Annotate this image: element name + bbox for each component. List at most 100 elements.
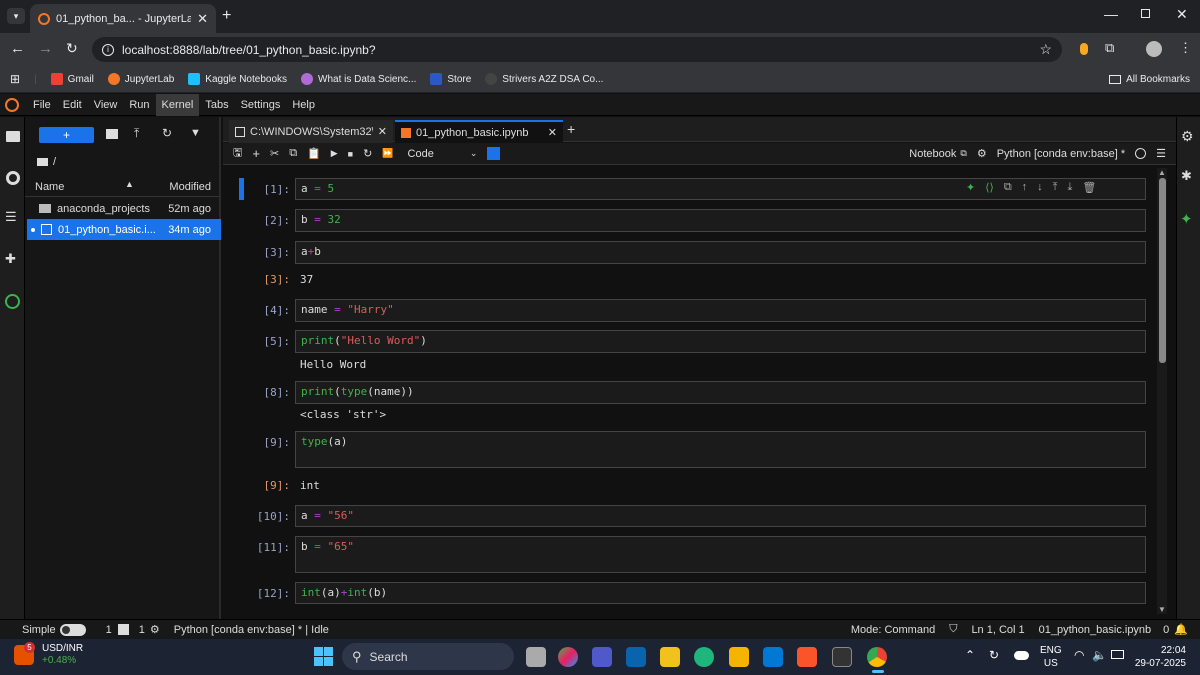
extension-icon[interactable] bbox=[1080, 43, 1088, 55]
notebook-scrollbar[interactable]: ▲ ▼ bbox=[1157, 168, 1167, 614]
property-inspector-icon[interactable] bbox=[487, 147, 501, 160]
profile-avatar[interactable] bbox=[1146, 41, 1162, 57]
tab-terminal[interactable]: C:\WINDOWS\System32\Win ✕ bbox=[229, 120, 393, 143]
open-in-notebook-link[interactable]: Notebook ⧉ bbox=[909, 148, 967, 160]
close-tab-icon[interactable]: ✕ bbox=[378, 125, 387, 138]
bookmark-store[interactable]: Store bbox=[430, 73, 471, 85]
property-inspector-gears-icon[interactable]: ⚙ bbox=[1181, 128, 1194, 145]
browser-tab[interactable]: 01_python_ba... - JupyterLab ✕ bbox=[30, 4, 216, 33]
move-down-icon[interactable]: ↓ bbox=[1037, 181, 1043, 194]
extensions-puzzle-icon[interactable]: ⧉ bbox=[1105, 40, 1114, 56]
site-info-icon[interactable]: i bbox=[102, 43, 114, 56]
tab-notebook[interactable]: 01_python_basic.ipynb ✕ bbox=[395, 120, 563, 143]
refresh-icon[interactable]: ↻ bbox=[162, 126, 172, 140]
bookmark-kaggle[interactable]: Kaggle Notebooks bbox=[188, 73, 287, 85]
reload-icon[interactable]: ↻ bbox=[66, 40, 78, 57]
menu-tabs[interactable]: Tabs bbox=[199, 94, 234, 116]
restart-kernel-icon[interactable]: ↻ bbox=[363, 147, 372, 160]
column-modified-header[interactable]: Modified bbox=[169, 181, 211, 193]
code-cell[interactable]: name = "Harry" bbox=[295, 299, 1146, 322]
apps-grid-icon[interactable]: ⊞ bbox=[10, 72, 20, 86]
bookmark-jupyterlab[interactable]: JupyterLab bbox=[107, 73, 174, 85]
bookmark-gmail[interactable]: Gmail bbox=[50, 73, 94, 85]
ai-assistant-sparkle-icon[interactable]: ✦ bbox=[1180, 210, 1193, 228]
move-up-icon[interactable]: ↑ bbox=[1022, 181, 1028, 194]
new-folder-icon[interactable] bbox=[106, 129, 118, 139]
running-kernels-icon[interactable] bbox=[6, 171, 20, 185]
new-tab-button[interactable]: + bbox=[222, 7, 231, 25]
code-cell[interactable]: type(a) bbox=[295, 431, 1146, 468]
chrome-menu-icon[interactable]: ⋮ bbox=[1179, 40, 1192, 56]
hamburger-menu-icon[interactable]: ☰ bbox=[1156, 147, 1166, 160]
brave-icon[interactable] bbox=[797, 647, 817, 667]
code-cell[interactable]: print(type(name)) bbox=[295, 381, 1146, 404]
kernel-gear-icon[interactable]: ⚙ bbox=[977, 147, 987, 160]
new-launcher-tab-icon[interactable]: + bbox=[567, 121, 575, 137]
code-cell[interactable]: a = "56" bbox=[295, 505, 1146, 527]
tab-search-button[interactable]: ▾ bbox=[7, 8, 25, 24]
menu-run[interactable]: Run bbox=[123, 94, 155, 116]
upload-icon[interactable]: ⤒ bbox=[134, 126, 139, 141]
all-bookmarks[interactable]: All Bookmarks bbox=[1109, 74, 1190, 85]
menu-settings[interactable]: Settings bbox=[235, 94, 287, 116]
duplicate-cell-icon[interactable]: ⧉ bbox=[1004, 181, 1012, 194]
wifi-icon[interactable]: ◠ bbox=[1074, 648, 1084, 662]
chrome-icon[interactable] bbox=[867, 647, 887, 667]
new-launcher-button[interactable]: + bbox=[39, 127, 94, 143]
copilot-icon[interactable] bbox=[558, 647, 578, 667]
vscode-icon[interactable] bbox=[763, 647, 783, 667]
menu-kernel[interactable]: Kernel bbox=[155, 93, 200, 116]
bookmark-data-science[interactable]: What is Data Scienc... bbox=[301, 73, 416, 85]
notifications-count[interactable]: 0 bbox=[1163, 624, 1169, 636]
scrollbar-thumb[interactable] bbox=[1158, 178, 1166, 363]
minimize-button[interactable]: — bbox=[1104, 6, 1118, 22]
simple-mode-toggle[interactable] bbox=[59, 623, 86, 636]
terminals-count[interactable]: 1 bbox=[106, 624, 112, 636]
git-spinner-icon[interactable] bbox=[5, 294, 20, 309]
close-window-button[interactable]: ✕ bbox=[1176, 6, 1188, 23]
start-windows-icon[interactable] bbox=[314, 647, 333, 666]
cursor-position[interactable]: Ln 1, Col 1 bbox=[971, 624, 1024, 636]
restore-button[interactable] bbox=[1141, 9, 1150, 18]
battery-icon[interactable] bbox=[1111, 650, 1124, 659]
format-code-icon[interactable]: ⟨⟩ bbox=[985, 181, 994, 194]
code-cell[interactable]: b = 32 bbox=[295, 209, 1146, 232]
filter-icon[interactable]: ▼ bbox=[190, 127, 201, 139]
insert-below-icon[interactable]: ⤓ bbox=[1068, 181, 1073, 194]
cut-icon[interactable]: ✂ bbox=[270, 147, 279, 160]
back-arrow-icon[interactable]: ← bbox=[10, 40, 25, 57]
ai-sparkle-icon[interactable]: ✦ bbox=[966, 181, 975, 194]
file-row-anaconda-projects[interactable]: anaconda_projects 52m ago bbox=[27, 198, 221, 219]
stop-kernel-icon[interactable]: ■ bbox=[348, 149, 353, 159]
restart-run-all-icon[interactable]: ⏩ bbox=[382, 148, 393, 159]
address-bar[interactable]: i localhost:8888/lab/tree/01_python_basi… bbox=[92, 37, 1062, 62]
menu-file[interactable]: File bbox=[27, 94, 57, 116]
cell-type-select[interactable]: Code ⌄ bbox=[408, 148, 478, 160]
bookmark-strivers[interactable]: Strivers A2Z DSA Co... bbox=[485, 73, 603, 85]
kernels-count[interactable]: 1 bbox=[139, 624, 145, 636]
file-row-python-basic[interactable]: 01_python_basic.i... 34m ago bbox=[27, 219, 221, 240]
edge-icon[interactable] bbox=[694, 647, 714, 667]
forward-arrow-icon[interactable]: → bbox=[38, 40, 53, 57]
kernel-status-text[interactable]: Python [conda env:base] * | Idle bbox=[174, 624, 329, 636]
task-view-icon[interactable] bbox=[526, 647, 546, 667]
code-cell[interactable]: int(a)+int(b) bbox=[295, 582, 1146, 604]
run-cell-icon[interactable]: ▶ bbox=[331, 148, 338, 159]
insert-above-icon[interactable]: ⤒ bbox=[1053, 181, 1058, 194]
clock[interactable]: 22:04 29-07-2025 bbox=[1134, 644, 1186, 670]
terminal-app-icon[interactable] bbox=[832, 647, 852, 667]
scroll-up-arrow-icon[interactable]: ▲ bbox=[1157, 168, 1167, 177]
onedrive-cloud-icon[interactable] bbox=[1014, 651, 1029, 660]
bell-icon[interactable]: 🔔 bbox=[1174, 623, 1188, 636]
tray-chevron-up-icon[interactable]: ⌃ bbox=[965, 648, 975, 662]
tray-sync-icon[interactable]: ↻ bbox=[989, 648, 999, 662]
code-cell[interactable]: print("Hello Word") bbox=[295, 330, 1146, 353]
volume-icon[interactable]: 🔈 bbox=[1092, 648, 1107, 662]
delete-cell-icon[interactable]: 🗑 bbox=[1082, 181, 1096, 194]
taskbar-search-box[interactable]: ⚲ Search bbox=[342, 643, 514, 670]
menu-help[interactable]: Help bbox=[286, 94, 321, 116]
code-cell[interactable]: b = "65" bbox=[295, 536, 1146, 573]
file-explorer-icon[interactable] bbox=[660, 647, 680, 667]
table-of-contents-icon[interactable]: ☰ bbox=[5, 209, 17, 225]
stock-widget[interactable]: 5 USD/INR +0.48% bbox=[14, 642, 83, 667]
